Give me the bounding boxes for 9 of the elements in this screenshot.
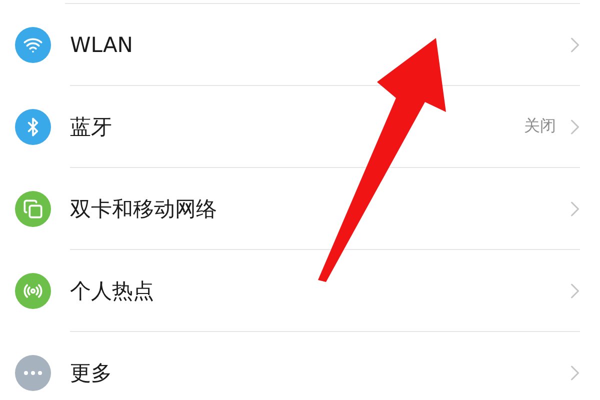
hotspot-icon xyxy=(23,281,43,301)
setting-label[interactable]: 更多 xyxy=(70,359,562,387)
setting-label[interactable]: 双卡和移动网络 xyxy=(70,194,562,222)
setting-label[interactable]: 个人热点 xyxy=(70,276,562,304)
cards-icon xyxy=(23,199,43,219)
more-icon xyxy=(24,371,42,375)
setting-label[interactable]: 蓝牙 xyxy=(70,112,524,140)
setting-label[interactable]: WLAN xyxy=(70,32,562,56)
setting-value: 关闭 xyxy=(524,116,556,137)
